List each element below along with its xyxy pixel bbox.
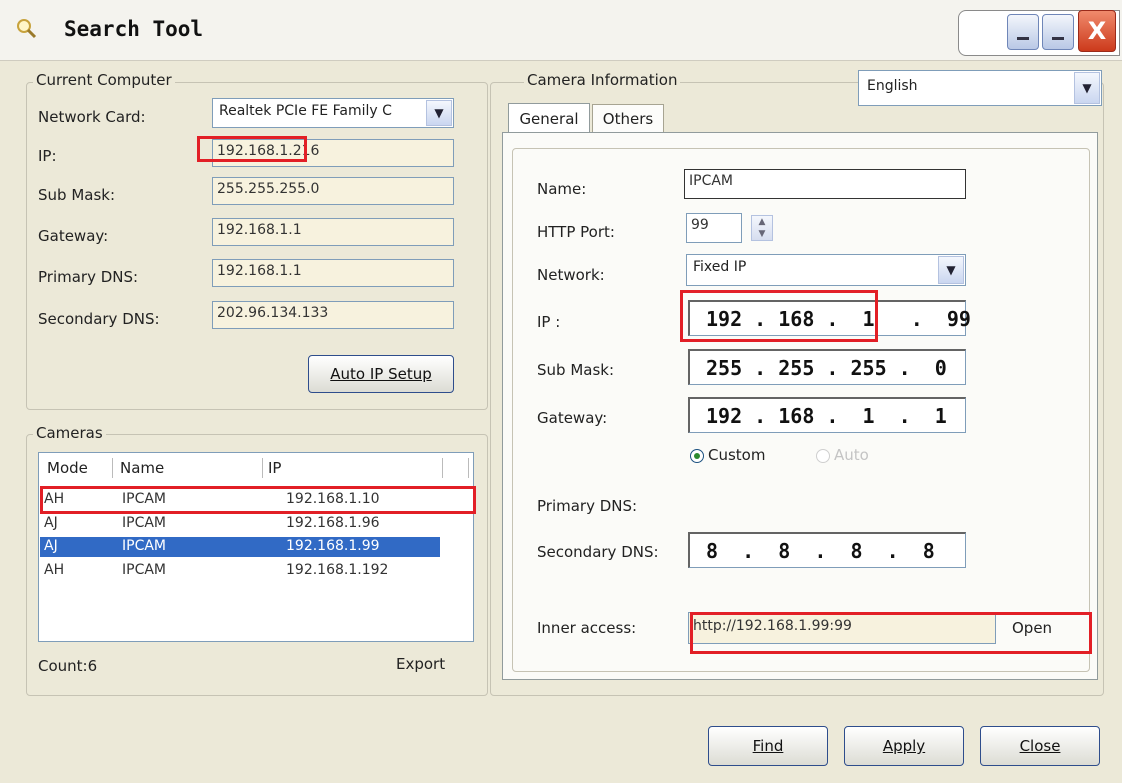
column-header-mode[interactable]: Mode [47,459,88,477]
column-divider[interactable] [442,458,443,478]
auto-radio-label[interactable]: Auto [834,446,869,464]
row-mode: AJ [44,538,58,554]
custom-radio-label[interactable]: Custom [708,446,765,464]
chevron-down-icon[interactable]: ▼ [1074,72,1100,104]
tab-general[interactable]: General [508,103,590,133]
row-name: IPCAM [122,562,167,578]
row-mode: AH [44,562,65,578]
camera-secondary-dns-label: Secondary DNS: [537,543,659,561]
close-window-button[interactable]: X [1078,10,1116,52]
table-row[interactable]: AJ IPCAM 192.168.1.96 [40,514,440,534]
window-title: Search Tool [64,17,204,41]
column-divider[interactable] [262,458,263,478]
camera-information-legend: Camera Information [524,71,681,89]
secondary-dns-field[interactable]: 202.96.134.133 [212,301,454,329]
row-ip: 192.168.1.96 [286,515,380,531]
submask-label: Sub Mask: [38,186,116,204]
secondary-dns-label: Secondary DNS: [38,310,160,328]
camera-gateway-label: Gateway: [537,409,608,427]
camera-ip-highlight-box [680,290,878,342]
network-label: Network: [537,266,605,284]
chevron-down-icon[interactable]: ▼ [938,256,964,284]
inner-access-label: Inner access: [537,619,637,637]
apply-button[interactable]: Apply [844,726,964,766]
restore-button[interactable] [1042,14,1074,50]
close-button[interactable]: Close [980,726,1100,766]
network-value: Fixed IP [693,259,747,275]
ip-label: IP: [38,147,57,165]
find-button[interactable]: Find [708,726,828,766]
camera-name-field[interactable]: IPCAM [684,169,966,199]
row-name: IPCAM [122,515,167,531]
submask-field[interactable]: 255.255.255.0 [212,177,454,205]
network-card-label: Network Card: [38,108,146,126]
language-select[interactable]: English ▼ [858,70,1102,106]
column-divider[interactable] [468,458,469,478]
custom-radio[interactable] [690,449,704,463]
magnifier-icon [17,19,37,39]
port-spinner-icon[interactable]: ▲ ▼ [751,215,773,241]
camera-count: Count:6 [38,657,98,675]
current-computer-legend: Current Computer [33,71,175,89]
cameras-legend: Cameras [33,424,106,442]
chevron-down-icon[interactable]: ▼ [426,100,452,126]
restore-icon [1052,37,1064,40]
network-card-select[interactable]: Realtek PCIe FE Family C ▼ [212,98,454,128]
network-card-value: Realtek PCIe FE Family C [219,103,392,119]
http-port-label: HTTP Port: [537,223,615,241]
minimize-button[interactable] [1007,14,1039,50]
camera-row-highlight-box [40,486,476,514]
column-divider[interactable] [112,458,113,478]
tab-others[interactable]: Others [592,104,664,132]
primary-dns-field[interactable]: 192.168.1.1 [212,259,454,287]
camera-gateway-field[interactable]: 192 . 168 . 1 . 1 [688,397,966,433]
export-link[interactable]: Export [396,655,445,673]
column-header-ip[interactable]: IP [268,459,281,477]
column-header-name[interactable]: Name [120,459,164,477]
camera-secondary-dns-field[interactable]: 8 . 8 . 8 . 8 [688,532,966,568]
auto-radio[interactable] [816,449,830,463]
camera-ip-label: IP : [537,313,561,331]
gateway-label: Gateway: [38,227,109,245]
camera-submask-field[interactable]: 255 . 255 . 255 . 0 [688,349,966,385]
minimize-icon [1017,37,1029,40]
camera-name-label: Name: [537,180,587,198]
table-row[interactable]: AH IPCAM 192.168.1.192 [40,561,440,581]
http-port-field[interactable]: 99 [686,213,742,243]
row-name: IPCAM [122,538,167,554]
row-ip: 192.168.1.99 [286,538,380,554]
auto-ip-setup-button[interactable]: Auto IP Setup [308,355,454,393]
table-row-selected[interactable]: AJ IPCAM 192.168.1.99 [40,537,440,557]
inner-access-highlight-box [690,612,1092,654]
network-select[interactable]: Fixed IP ▼ [686,254,966,286]
row-mode: AJ [44,515,58,531]
gateway-field[interactable]: 192.168.1.1 [212,218,454,246]
camera-submask-label: Sub Mask: [537,361,615,379]
primary-dns-label: Primary DNS: [38,268,139,286]
camera-primary-dns-label: Primary DNS: [537,497,638,515]
ip-highlight-box [197,136,307,162]
row-ip: 192.168.1.192 [286,562,389,578]
language-value: English [867,78,918,94]
